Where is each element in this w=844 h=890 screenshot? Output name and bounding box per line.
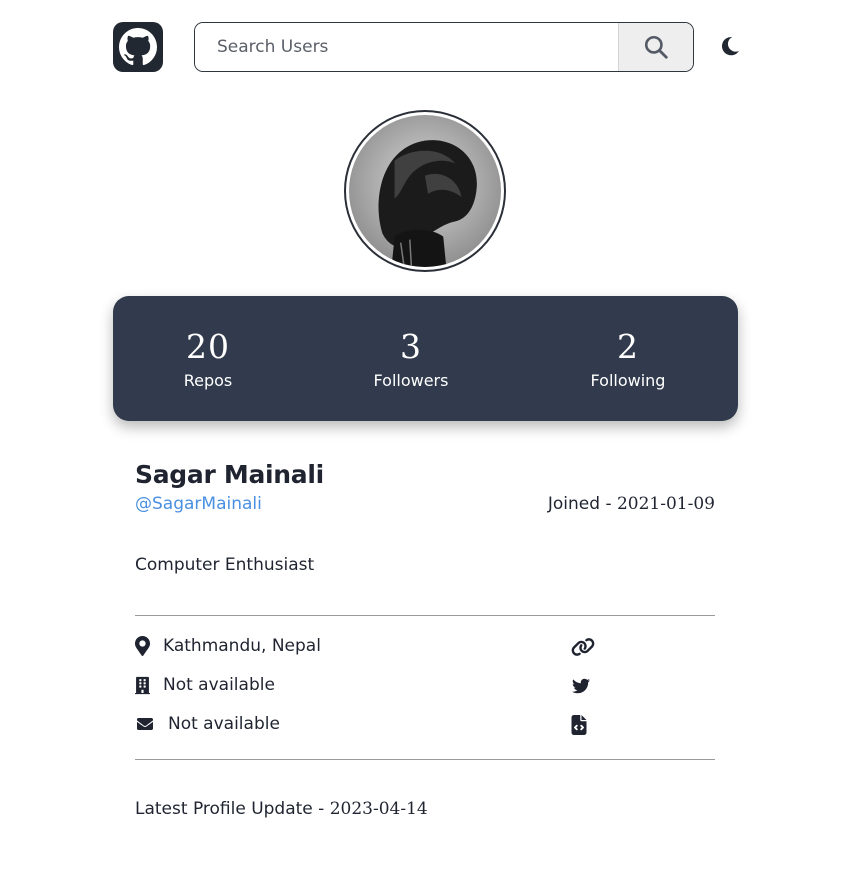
github-icon <box>119 28 157 66</box>
theme-toggle-button[interactable] <box>717 33 743 59</box>
joined-date: Joined - 2021-01-09 <box>548 494 715 514</box>
twitter-link[interactable] <box>571 675 597 697</box>
stat-followers-value: 3 <box>399 327 422 366</box>
stat-following-value: 2 <box>617 327 639 366</box>
search-bar <box>194 22 694 72</box>
stat-following[interactable]: 2 Following <box>591 324 666 391</box>
stat-followers[interactable]: 3 Followers <box>374 324 449 391</box>
map-pin-icon <box>135 636 150 656</box>
profile-handle-link[interactable]: @SagarMainali <box>135 494 262 514</box>
building-icon <box>135 676 150 694</box>
updated-date: 2023-04-14 <box>329 799 428 819</box>
location-text: Kathmandu, Nepal <box>163 636 321 656</box>
user-avatar <box>349 115 501 267</box>
file-code-icon <box>571 715 587 735</box>
website-link[interactable] <box>571 636 597 658</box>
divider-top <box>135 615 715 616</box>
info-company: Not available <box>135 675 275 695</box>
search-icon <box>644 35 668 59</box>
joined-date-value: 2021-01-09 <box>616 494 715 514</box>
twitter-icon <box>572 678 590 694</box>
latest-update: Latest Profile Update - 2023-04-14 <box>135 799 428 819</box>
joined-label: Joined - <box>547 494 617 514</box>
envelope-icon <box>137 718 153 730</box>
email-text: Not available <box>168 714 280 734</box>
stat-repos[interactable]: 20 Repos <box>184 324 233 391</box>
gist-link[interactable] <box>571 714 597 736</box>
profile-bio: Computer Enthusiast <box>135 555 315 575</box>
stat-following-label: Following <box>590 371 666 390</box>
github-logo[interactable] <box>113 22 163 72</box>
info-email: Not available <box>135 714 280 734</box>
company-text: Not available <box>163 675 275 695</box>
profile-name: Sagar Mainali <box>135 460 324 489</box>
search-button[interactable] <box>618 23 693 71</box>
search-input[interactable] <box>195 23 618 71</box>
stats-card: 20 Repos 3 Followers 2 Following <box>113 296 738 421</box>
avatar <box>344 110 506 272</box>
moon-icon <box>721 36 739 56</box>
info-location: Kathmandu, Nepal <box>135 636 321 656</box>
link-icon <box>571 638 595 656</box>
divider-bottom <box>135 759 715 760</box>
stat-repos-label: Repos <box>183 371 233 390</box>
stat-repos-value: 20 <box>186 327 230 366</box>
updated-label: Latest Profile Update - <box>135 799 330 819</box>
stat-followers-label: Followers <box>373 371 449 390</box>
